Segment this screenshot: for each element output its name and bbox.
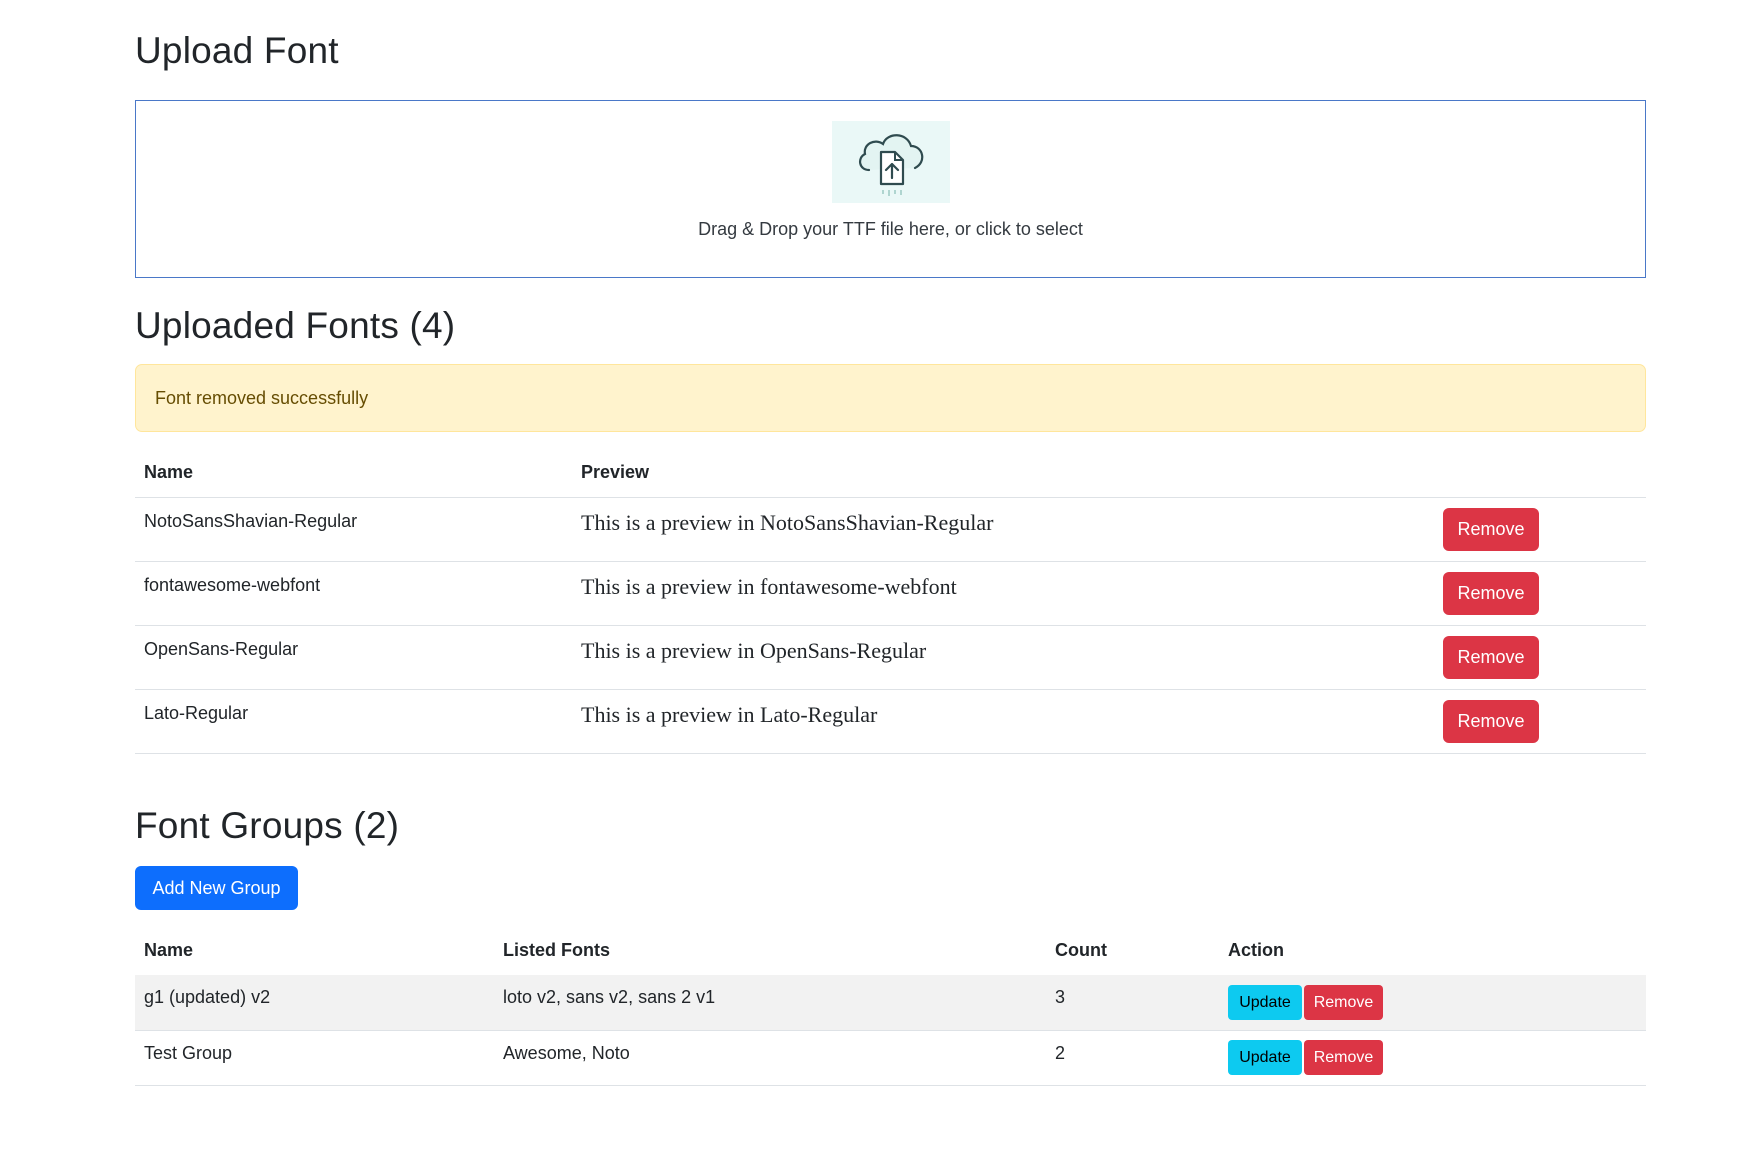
font-preview: This is a preview in Lato-Regular bbox=[581, 701, 878, 727]
status-alert: Font removed successfully bbox=[135, 364, 1646, 432]
font-preview: This is a preview in NotoSansShavian-Reg… bbox=[581, 509, 994, 535]
table-header-row: Name Listed Fonts Count Action bbox=[135, 926, 1646, 975]
column-header-action: Action bbox=[1228, 940, 1284, 960]
remove-group-button[interactable]: Remove bbox=[1304, 984, 1383, 1020]
group-name: g1 (updated) v2 bbox=[144, 987, 271, 1007]
font-name: fontawesome-webfont bbox=[144, 574, 321, 595]
uploaded-fonts-title: Uploaded Fonts (4) bbox=[135, 305, 456, 346]
group-name: Test Group bbox=[144, 1042, 233, 1063]
fonts-table: Name Preview NotoSansShavian-Regular Thi… bbox=[135, 448, 1646, 754]
group-listed-fonts: Awesome, Noto bbox=[503, 1042, 630, 1063]
add-new-group-button[interactable]: Add New Group bbox=[135, 866, 298, 910]
table-row: OpenSans-Regular This is a preview in Op… bbox=[135, 625, 1646, 689]
table-row: Lato-Regular This is a preview in Lato-R… bbox=[135, 689, 1646, 753]
column-header-count: Count bbox=[1055, 940, 1107, 960]
font-preview: This is a preview in fontawesome-webfont bbox=[581, 573, 957, 599]
cloud-upload-icon bbox=[831, 121, 950, 203]
column-header-action bbox=[1434, 448, 1646, 497]
font-name: Lato-Regular bbox=[144, 702, 249, 723]
remove-font-button[interactable]: Remove bbox=[1443, 571, 1539, 615]
remove-font-button[interactable]: Remove bbox=[1443, 699, 1539, 743]
font-name: NotoSansShavian-Regular bbox=[144, 510, 358, 531]
dropzone-text: Drag & Drop your TTF file here, or click… bbox=[698, 219, 1083, 239]
update-group-button[interactable]: Update bbox=[1228, 1040, 1302, 1075]
font-groups-title: Font Groups (2) bbox=[135, 805, 400, 846]
update-group-button[interactable]: Update bbox=[1228, 984, 1302, 1020]
group-listed-fonts: loto v2, sans v2, sans 2 v1 bbox=[503, 987, 716, 1007]
remove-font-button[interactable]: Remove bbox=[1443, 507, 1539, 551]
alert-message: Font removed successfully bbox=[155, 387, 369, 408]
remove-font-button[interactable]: Remove bbox=[1443, 635, 1539, 679]
column-header-name: Name bbox=[144, 461, 194, 482]
table-row: fontawesome-webfont This is a preview in… bbox=[135, 561, 1646, 625]
font-name: OpenSans-Regular bbox=[144, 638, 299, 659]
table-header-row: Name Preview bbox=[135, 448, 1646, 497]
remove-group-button[interactable]: Remove bbox=[1304, 1040, 1383, 1075]
table-row: g1 (updated) v2 loto v2, sans v2, sans 2… bbox=[135, 975, 1646, 1030]
table-row: NotoSansShavian-Regular This is a previe… bbox=[135, 497, 1646, 561]
table-row: Test Group Awesome, Noto 2 Update Remove bbox=[135, 1030, 1646, 1085]
upload-font-title: Upload Font bbox=[135, 30, 339, 71]
group-count: 2 bbox=[1055, 1042, 1066, 1063]
group-count: 3 bbox=[1055, 987, 1066, 1007]
font-dropzone[interactable]: Drag & Drop your TTF file here, or click… bbox=[135, 100, 1646, 278]
column-header-listed-fonts: Listed Fonts bbox=[503, 940, 610, 960]
column-header-preview: Preview bbox=[581, 461, 650, 482]
font-preview: This is a preview in OpenSans-Regular bbox=[581, 637, 927, 663]
groups-table: Name Listed Fonts Count Action g1 (updat… bbox=[135, 926, 1646, 1086]
column-header-name: Name bbox=[144, 940, 194, 960]
